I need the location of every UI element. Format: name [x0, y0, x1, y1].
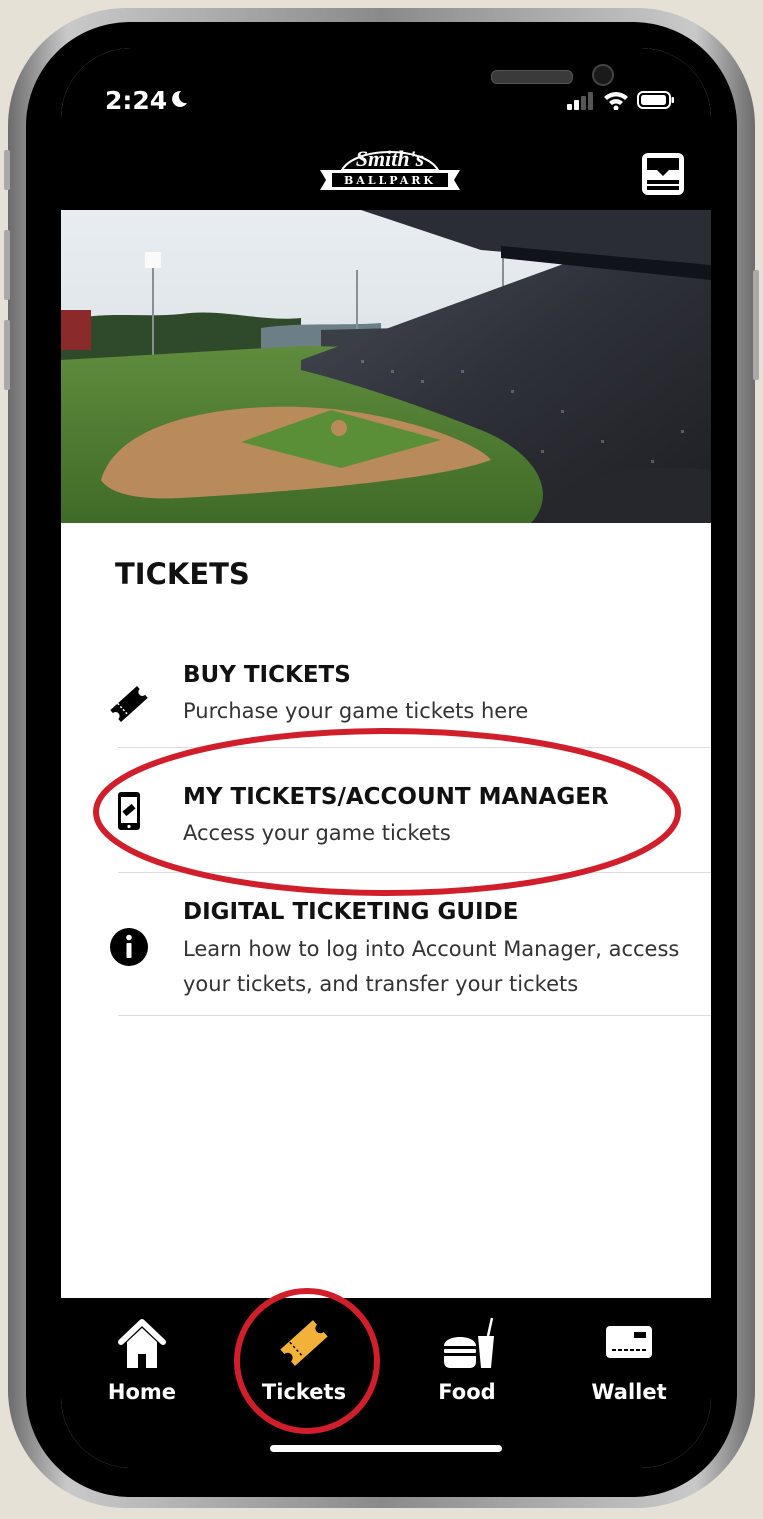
signal-icon — [567, 92, 593, 110]
scan-ticket-icon[interactable] — [641, 152, 685, 196]
info-icon — [110, 928, 148, 966]
tab-label: Home — [107, 1380, 177, 1404]
ticket-icon — [110, 686, 148, 722]
tab-label: Food — [438, 1380, 496, 1404]
power-button — [753, 270, 759, 380]
menu-item-subtitle: Learn how to log into Account Manager, a… — [183, 937, 680, 996]
silent-switch — [4, 150, 10, 190]
home-icon — [118, 1319, 166, 1368]
battery-icon — [637, 91, 674, 109]
wifi-icon — [604, 92, 628, 110]
volume-up-button — [4, 230, 10, 300]
logo-subtitle: BALLPARK — [344, 174, 436, 187]
app-header: 2:24 Smith's BALLPARK — [61, 48, 711, 210]
burger-drink-icon — [444, 1317, 494, 1368]
front-camera — [592, 64, 614, 86]
menu-item-title: MY TICKETS/ACCOUNT MANAGER — [183, 784, 609, 810]
tab-food[interactable]: Food — [386, 1298, 548, 1418]
menu-item-subtitle: Purchase your game tickets here — [183, 699, 529, 723]
notch — [206, 48, 614, 108]
speaker-grille — [491, 70, 573, 84]
home-indicator[interactable] — [270, 1445, 502, 1452]
menu-item-my-tickets[interactable]: MY TICKETS/ACCOUNT MANAGER Access your g… — [61, 748, 711, 872]
tab-home[interactable]: Home — [61, 1298, 223, 1418]
ballpark-hero-image — [61, 210, 711, 523]
phone-ticket-icon — [118, 792, 140, 830]
logo-wordmark: Smith's — [356, 146, 424, 171]
smiths-ballpark-logo: Smith's BALLPARK — [320, 146, 460, 190]
menu-item-title: DIGITAL TICKETING GUIDE — [183, 899, 519, 925]
status-time: 2:24 — [105, 86, 168, 115]
status-icons — [567, 90, 675, 110]
menu-divider — [118, 1015, 711, 1016]
section-title: TICKETS — [115, 557, 250, 591]
moon-icon — [172, 90, 187, 107]
menu-item-buy-tickets[interactable]: BUY TICKETS Purchase your game tickets h… — [61, 638, 711, 762]
tab-label: Wallet — [591, 1380, 667, 1404]
card-icon — [606, 1326, 652, 1358]
tab-wallet[interactable]: Wallet — [548, 1298, 710, 1418]
ticket-icon — [280, 1320, 328, 1366]
volume-down-button — [4, 320, 10, 390]
menu-item-subtitle: Access your game tickets — [183, 821, 451, 845]
tab-label: Tickets — [261, 1380, 347, 1404]
app-screen: 2:24 Smith's BALLPARK TICKETS BUY TICKET… — [61, 48, 711, 1468]
tab-tickets[interactable]: Tickets — [223, 1298, 385, 1418]
bottom-tab-bar: Home Tickets Food Wallet — [61, 1298, 711, 1468]
menu-item-title: BUY TICKETS — [183, 662, 351, 688]
menu-item-digital-guide[interactable]: DIGITAL TICKETING GUIDE Learn how to log… — [61, 873, 711, 1015]
